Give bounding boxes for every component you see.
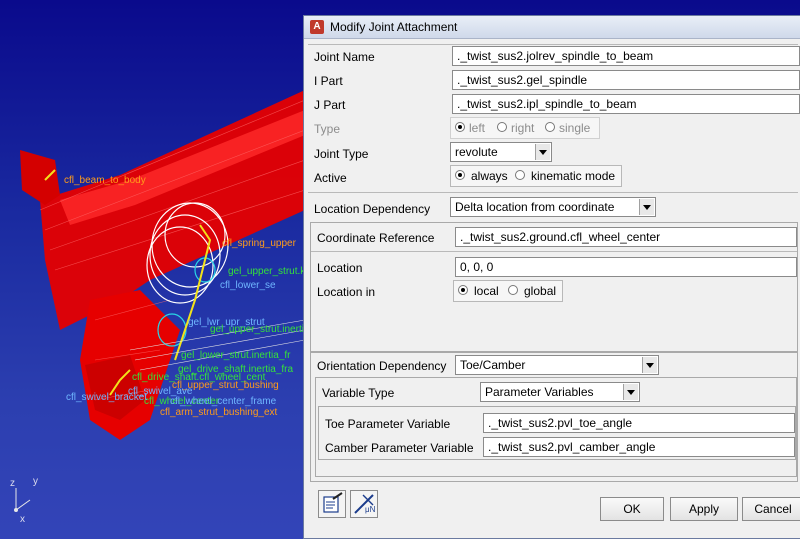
modify-joint-attachment-dialog: A Modify Joint Attachment Joint Name ._t… — [303, 15, 800, 539]
type-left-radio[interactable] — [455, 122, 465, 132]
orientation-panel: Orientation Dependency Toe/Camber Variab… — [310, 352, 798, 482]
function-builder-button[interactable]: μN — [350, 490, 378, 518]
chevron-down-icon — [639, 199, 654, 215]
coordinate-reference-field[interactable]: ._twist_sus2.ground.cfl_wheel_center — [455, 227, 797, 247]
i-part-field[interactable]: ._twist_sus2.gel_spindle — [452, 70, 800, 90]
type-left-label: left — [469, 121, 486, 135]
viewport-label: cfl_beam_to_body — [64, 175, 146, 186]
axis-z-label: z — [10, 478, 15, 489]
camber-parameter-label: Camber Parameter Variable — [325, 441, 474, 455]
toe-parameter-field[interactable]: ._twist_sus2.pvl_toe_angle — [483, 413, 795, 433]
axis-x-label: x — [20, 514, 25, 525]
type-radio-group: left right single — [450, 117, 600, 139]
location-local-label: local — [474, 284, 499, 298]
apply-button[interactable]: Apply — [670, 497, 738, 521]
viewport-label: cfl_lower_se — [220, 280, 276, 291]
separator — [308, 44, 798, 45]
active-label: Active — [314, 171, 347, 185]
chevron-down-icon — [642, 357, 657, 373]
viewport-label: cfl_spring_upper — [222, 238, 296, 249]
separator — [311, 251, 797, 252]
dialog-titlebar[interactable]: A Modify Joint Attachment — [304, 16, 800, 39]
edit-comments-button[interactable] — [318, 490, 346, 518]
ok-button[interactable]: OK — [600, 497, 664, 521]
dialog-title: Modify Joint Attachment — [330, 20, 458, 34]
location-dependency-label: Location Dependency — [314, 202, 431, 216]
location-label: Location — [317, 261, 363, 275]
location-field[interactable]: 0, 0, 0 — [455, 257, 797, 277]
location-global-label: global — [524, 284, 557, 298]
chevron-down-icon — [623, 384, 638, 400]
type-label: Type — [314, 122, 341, 136]
location-panel: Coordinate Reference ._twist_sus2.ground… — [310, 222, 798, 352]
app-logo-icon: A — [310, 20, 324, 34]
toe-parameter-label: Toe Parameter Variable — [325, 417, 451, 431]
type-right-label: right — [511, 121, 535, 135]
variable-type-label: Variable Type — [322, 386, 395, 400]
active-always-label: always — [471, 169, 508, 183]
i-part-label: I Part — [314, 74, 343, 88]
parameter-variables-panel: Toe Parameter Variable ._twist_sus2.pvl_… — [318, 406, 796, 460]
coordinate-reference-label: Coordinate Reference — [317, 231, 435, 245]
model-viewport[interactable]: cfl_beam_to_body cfl_spring_upper gel_up… — [0, 0, 305, 539]
location-local-radio[interactable] — [458, 285, 468, 295]
chevron-down-icon — [535, 144, 550, 160]
joint-type-value: revolute — [455, 145, 498, 159]
axis-y-label: y — [33, 476, 38, 487]
joint-type-label: Joint Type — [314, 147, 369, 161]
j-part-field[interactable]: ._twist_sus2.ipl_spindle_to_beam — [452, 94, 800, 114]
mu-n-text: μN — [365, 505, 376, 514]
orientation-dependency-dropdown[interactable]: Toe/Camber — [455, 355, 659, 375]
location-dependency-dropdown[interactable]: Delta location from coordinate — [450, 197, 656, 217]
orientation-dependency-label: Orientation Dependency — [317, 359, 447, 373]
viewport-label: gel_upper_strut.k — [228, 266, 305, 277]
j-part-label: J Part — [314, 98, 346, 112]
orientation-dependency-value: Toe/Camber — [460, 358, 526, 372]
active-kinematic-radio[interactable] — [515, 170, 525, 180]
joint-name-label: Joint Name — [314, 50, 375, 64]
joint-name-field[interactable]: ._twist_sus2.jolrev_spindle_to_beam — [452, 46, 800, 66]
edit-comments-icon — [323, 492, 343, 513]
cancel-button[interactable]: Cancel — [742, 497, 800, 521]
active-always-radio[interactable] — [455, 170, 465, 180]
variable-panel: Variable Type Parameter Variables Toe Pa… — [315, 377, 797, 477]
viewport-label: cfl_wheel_center_frame — [170, 396, 277, 407]
type-right-radio[interactable] — [497, 122, 507, 132]
location-global-radio[interactable] — [508, 285, 518, 295]
active-kinematic-label: kinematic mode — [531, 169, 616, 183]
variable-type-dropdown[interactable]: Parameter Variables — [480, 382, 640, 402]
viewport-label: gel_lower_strut.inertia_fr — [181, 350, 291, 361]
type-single-label: single — [559, 121, 591, 135]
separator — [308, 192, 798, 193]
viewport-label: cfl_arm_strut_bushing_ext — [160, 407, 278, 418]
location-in-radio-group: local global — [453, 280, 563, 302]
viewport-label: cfl_swivel_bracket — [66, 392, 148, 403]
variable-type-value: Parameter Variables — [485, 385, 594, 399]
camber-parameter-field[interactable]: ._twist_sus2.pvl_camber_angle — [483, 437, 795, 457]
viewport-label: gel_upper_strut.inertia — [210, 324, 305, 335]
location-in-label: Location in — [317, 285, 376, 299]
joint-type-dropdown[interactable]: revolute — [450, 142, 552, 162]
active-radio-group: always kinematic mode — [450, 165, 622, 187]
type-single-radio[interactable] — [545, 122, 555, 132]
location-dependency-value: Delta location from coordinate — [455, 200, 615, 214]
